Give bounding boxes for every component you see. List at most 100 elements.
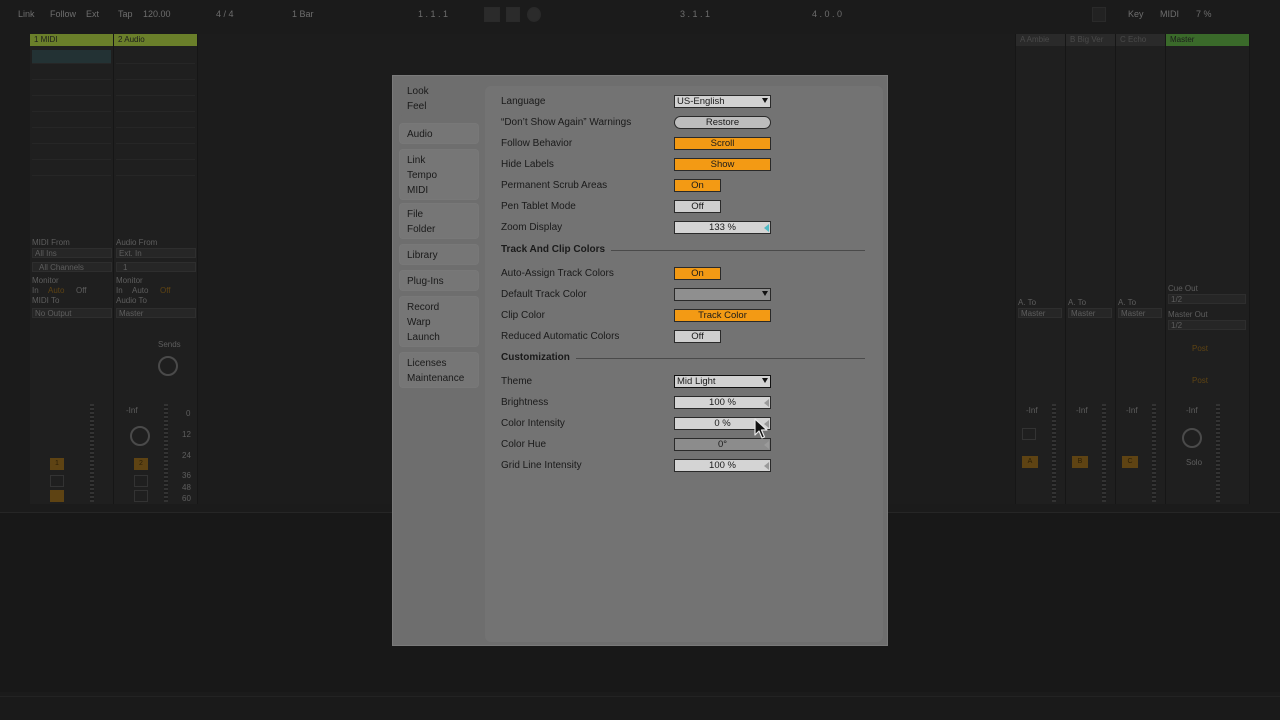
tab-file[interactable]: File Folder xyxy=(399,203,479,239)
monitor-in-button-2[interactable]: In xyxy=(116,286,123,295)
track-title-2[interactable]: 2 Audio xyxy=(114,34,197,46)
volume-value-2[interactable]: -Inf xyxy=(126,406,138,415)
return-c-meter xyxy=(1152,404,1156,502)
solo-button-2[interactable] xyxy=(134,475,148,487)
hide-labels-toggle[interactable]: Show xyxy=(674,158,771,171)
arrangement-position[interactable]: 1 . 1 . 1 xyxy=(418,9,448,19)
quantize-menu[interactable]: 1 Bar xyxy=(292,9,314,19)
time-signature-field[interactable]: 4 / 4 xyxy=(216,9,234,19)
return-track-a: A Ambie A. To Master -Inf A xyxy=(1016,34,1066,504)
loop-length-field[interactable]: 4 . 0 . 0 xyxy=(812,9,842,19)
pan-knob-2[interactable] xyxy=(130,426,150,446)
pen-tablet-toggle[interactable]: Off xyxy=(674,200,721,213)
theme-select[interactable]: Mid Light xyxy=(674,375,771,388)
auto-assign-label: Auto-Assign Track Colors xyxy=(501,268,614,279)
tab-label: MIDI xyxy=(407,185,429,196)
tab-licenses[interactable]: Licenses Maintenance xyxy=(399,352,479,388)
return-c-to-label: A. To xyxy=(1118,298,1137,307)
zoom-display-slider[interactable]: 133 % xyxy=(674,221,771,234)
return-a-pan-mode[interactable] xyxy=(1022,428,1036,440)
return-b-volume[interactable]: -Inf xyxy=(1076,406,1088,415)
draw-mode-icon[interactable] xyxy=(1092,7,1106,22)
auto-assign-toggle[interactable]: On xyxy=(674,267,721,280)
master-volume[interactable]: -Inf xyxy=(1186,406,1198,415)
tempo-field[interactable]: 120.00 xyxy=(143,9,171,19)
tab-label: Maintenance xyxy=(407,373,465,384)
follow-behavior-toggle[interactable]: Scroll xyxy=(674,137,771,150)
track-activator-2[interactable]: 2 xyxy=(134,458,148,470)
link-button[interactable]: Link xyxy=(18,9,35,19)
monitor-off-button[interactable]: Off xyxy=(76,286,87,295)
return-b-activator[interactable]: B xyxy=(1072,456,1088,468)
tap-button[interactable]: Tap xyxy=(118,9,133,19)
slider-handle-icon xyxy=(764,399,769,407)
return-c-volume[interactable]: -Inf xyxy=(1126,406,1138,415)
midi-from-select[interactable]: All Ins xyxy=(32,248,112,258)
audio-channel-select[interactable]: 1 xyxy=(116,262,196,272)
post-button-3[interactable]: Post xyxy=(1192,376,1208,385)
tab-link[interactable]: Link Tempo MIDI xyxy=(399,149,479,200)
return-b-output-select[interactable]: Master xyxy=(1068,308,1112,318)
return-a-activator[interactable]: A xyxy=(1022,456,1038,468)
brightness-slider[interactable]: 100 % xyxy=(674,396,771,409)
audio-from-label: Audio From xyxy=(116,238,158,247)
post-button-1[interactable]: Post xyxy=(1192,344,1208,353)
return-c-output-select[interactable]: Master xyxy=(1118,308,1162,318)
stop-icon[interactable] xyxy=(506,7,520,22)
tab-record[interactable]: Record Warp Launch xyxy=(399,296,479,347)
ext-button[interactable]: Ext xyxy=(86,9,99,19)
audio-from-select[interactable]: Ext. In xyxy=(116,248,196,258)
solo-button-1[interactable] xyxy=(50,475,64,487)
monitor-off-button-2[interactable]: Off xyxy=(160,286,171,295)
monitor-auto-button-2[interactable]: Auto xyxy=(132,286,148,295)
master-out-select[interactable]: 1/2 xyxy=(1168,320,1246,330)
loop-start-field[interactable]: 3 . 1 . 1 xyxy=(680,9,710,19)
monitor-in-button[interactable]: In xyxy=(32,286,39,295)
send-knob-c[interactable] xyxy=(158,356,178,376)
tab-library[interactable]: Library xyxy=(399,244,479,265)
play-icon[interactable] xyxy=(484,7,500,22)
master-pan-knob[interactable] xyxy=(1182,428,1202,448)
key-map-button[interactable]: Key xyxy=(1128,9,1144,19)
track-meter-2 xyxy=(164,404,168,502)
midi-to-select[interactable]: No Output xyxy=(32,308,112,318)
arm-button-2[interactable] xyxy=(134,490,148,502)
return-title-a[interactable]: A Ambie xyxy=(1016,34,1065,46)
tab-label: Look xyxy=(407,86,429,97)
tab-look[interactable]: Look Feel xyxy=(399,80,479,116)
cue-out-select[interactable]: 1/2 xyxy=(1168,294,1246,304)
tab-audio[interactable]: Audio xyxy=(399,123,479,144)
midi-channel-select[interactable]: All Channels xyxy=(32,262,112,272)
return-a-output-select[interactable]: Master xyxy=(1018,308,1062,318)
master-title[interactable]: Master xyxy=(1166,34,1249,46)
language-select[interactable]: US-English xyxy=(674,95,771,108)
grid-line-intensity-slider[interactable]: 100 % xyxy=(674,459,771,472)
midi-to-value: No Output xyxy=(35,309,72,318)
dont-show-row: “Don’t Show Again” Warnings Restore xyxy=(501,116,881,130)
permanent-scrub-toggle[interactable]: On xyxy=(674,179,721,192)
tab-plug-ins[interactable]: Plug-Ins xyxy=(399,270,479,291)
follow-button[interactable]: Follow xyxy=(50,9,76,19)
return-a-volume[interactable]: -Inf xyxy=(1026,406,1038,415)
track-title-1[interactable]: 1 MIDI xyxy=(30,34,113,46)
midi-map-button[interactable]: MIDI xyxy=(1160,9,1179,19)
track-activator-1[interactable]: 1 xyxy=(50,458,64,470)
default-track-color-select[interactable] xyxy=(674,288,771,301)
clip-color-toggle[interactable]: Track Color xyxy=(674,309,771,322)
reduced-auto-colors-toggle[interactable]: Off xyxy=(674,330,721,343)
return-a-output-value: Master xyxy=(1021,309,1046,318)
audio-to-select[interactable]: Master xyxy=(116,308,196,318)
arm-button-1[interactable] xyxy=(50,490,64,502)
master-solo-button[interactable]: Solo xyxy=(1186,458,1202,467)
return-c-activator[interactable]: C xyxy=(1122,456,1138,468)
audio-from-value: Ext. In xyxy=(119,249,142,258)
monitor-auto-button[interactable]: Auto xyxy=(48,286,64,295)
return-title-b[interactable]: B Big Ver xyxy=(1066,34,1115,46)
brightness-row: Brightness 100 % xyxy=(501,396,881,410)
clip-color-label: Clip Color xyxy=(501,310,545,321)
return-title-c[interactable]: C Echo xyxy=(1116,34,1165,46)
color-intensity-row: Color Intensity 0 % xyxy=(501,417,881,431)
record-icon[interactable] xyxy=(527,7,541,22)
restore-button[interactable]: Restore xyxy=(674,116,771,129)
tab-label: Warp xyxy=(407,317,431,328)
